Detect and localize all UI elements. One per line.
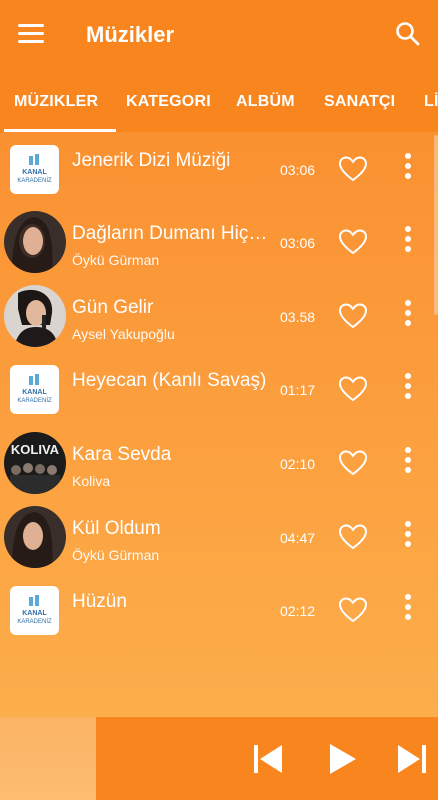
song-title: Kara Sevda <box>72 444 172 465</box>
search-icon[interactable] <box>394 20 422 48</box>
song-artist: Öykü Gürman <box>72 547 160 563</box>
song-title: Hüzün <box>72 591 127 612</box>
artist-photo-thumbnail <box>4 285 66 347</box>
song-duration: 03:06 <box>280 235 316 251</box>
more-vertical-icon[interactable] <box>400 594 416 626</box>
song-row[interactable]: Gün Gelir Aysel Yakupoğlu 03.58 <box>0 280 430 354</box>
tab-kategori[interactable]: KATEGORI <box>126 72 211 132</box>
more-vertical-icon[interactable] <box>400 153 416 185</box>
song-duration: 02:12 <box>280 603 316 619</box>
heart-outline-icon[interactable] <box>338 375 368 403</box>
more-vertical-icon[interactable] <box>400 447 416 479</box>
song-artist: Öykü Gürman <box>72 252 160 268</box>
skip-previous-icon[interactable] <box>252 743 284 780</box>
tab-liste[interactable]: Lİ <box>424 72 438 132</box>
artist-photo-thumbnail <box>4 506 66 568</box>
song-artist: Aysel Yakupoğlu <box>72 326 175 342</box>
song-row[interactable]: KANAL KARADENİZ Jenerik Dizi Müziği 03:0… <box>0 133 430 207</box>
song-title: Dağların Dumanı Hiç… <box>72 223 268 244</box>
song-duration: 04:47 <box>280 530 316 546</box>
skip-next-icon[interactable] <box>396 743 428 780</box>
song-duration: 01:17 <box>280 382 316 398</box>
song-duration: 02:10 <box>280 456 316 472</box>
song-row[interactable]: Kül Oldum Öykü Gürman 04:47 <box>0 501 430 575</box>
svg-text:KANAL: KANAL <box>22 169 47 176</box>
song-title: Kül Oldum <box>72 518 161 539</box>
tab-sanatci[interactable]: SANATÇI <box>324 72 395 132</box>
song-duration: 03.58 <box>280 309 316 325</box>
song-title: Gün Gelir <box>72 297 154 318</box>
list-scrollbar[interactable] <box>434 135 438 315</box>
song-title: Jenerik Dizi Müziği <box>72 150 231 171</box>
more-vertical-icon[interactable] <box>400 300 416 332</box>
more-vertical-icon[interactable] <box>400 373 416 405</box>
now-playing-artwork[interactable] <box>0 717 96 800</box>
song-artist: Koliva <box>72 473 111 489</box>
svg-text:KARADENİZ: KARADENİZ <box>17 177 52 184</box>
kanal-logo-thumbnail: KANAL KARADENİZ <box>10 145 59 194</box>
heart-outline-icon[interactable] <box>338 596 368 624</box>
play-icon[interactable] <box>328 743 358 780</box>
song-title: Heyecan (Kanlı Savaş) <box>72 370 267 391</box>
song-row[interactable]: KANAL KARADENİZ Hüzün 02:12 <box>0 574 430 648</box>
svg-text:KANAL: KANAL <box>22 610 47 617</box>
song-row[interactable]: Dağların Dumanı Hiç… Öykü Gürman 03:06 <box>0 206 430 280</box>
more-vertical-icon[interactable] <box>400 226 416 258</box>
tab-album[interactable]: ALBÜM <box>236 72 295 132</box>
svg-text:KARADENİZ: KARADENİZ <box>17 397 52 404</box>
song-list: KANAL KARADENİZ Jenerik Dizi Müziği 03:0… <box>0 133 438 717</box>
song-row[interactable]: KANAL KARADENİZ Heyecan (Kanlı Savaş) 01… <box>0 353 430 427</box>
heart-outline-icon[interactable] <box>338 155 368 183</box>
kanal-logo-thumbnail: KANAL KARADENİZ <box>10 365 59 414</box>
more-vertical-icon[interactable] <box>400 521 416 553</box>
svg-text:KANAL: KANAL <box>22 389 47 396</box>
menu-icon[interactable] <box>18 24 44 46</box>
artist-photo-thumbnail <box>4 211 66 273</box>
tab-bar: MÜZIKLER KATEGORI ALBÜM SANATÇI Lİ <box>0 72 438 132</box>
song-row[interactable]: KOLIVA Kara Sevda Koliva 02:10 <box>0 427 430 501</box>
svg-text:KARADENİZ: KARADENİZ <box>17 618 52 625</box>
heart-outline-icon[interactable] <box>338 449 368 477</box>
song-duration: 03:06 <box>280 162 316 178</box>
band-logo-text: KOLIVA <box>11 442 60 457</box>
heart-outline-icon[interactable] <box>338 302 368 330</box>
heart-outline-icon[interactable] <box>338 523 368 551</box>
app-bar: Müzikler <box>0 0 438 72</box>
heart-outline-icon[interactable] <box>338 228 368 256</box>
kanal-logo-thumbnail: KANAL KARADENİZ <box>10 586 59 635</box>
band-photo-thumbnail: KOLIVA <box>4 432 66 494</box>
mini-player <box>0 717 438 800</box>
tab-muzikler[interactable]: MÜZIKLER <box>3 72 117 132</box>
page-title: Müzikler <box>86 22 175 47</box>
